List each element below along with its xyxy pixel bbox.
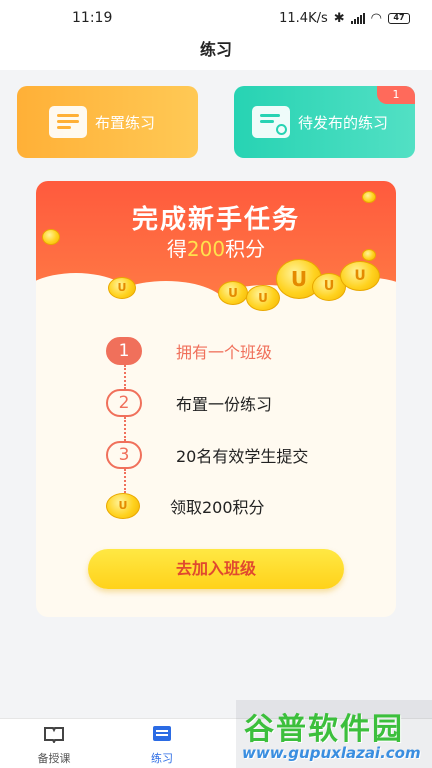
coin-icon: U xyxy=(340,261,380,291)
task-title: 完成新手任务 xyxy=(131,205,300,235)
coin-icon xyxy=(362,249,376,261)
step-connector xyxy=(124,365,126,389)
book-open-icon xyxy=(44,727,64,745)
step-label: 领取200积分 xyxy=(170,498,265,517)
coin-icon: U xyxy=(218,281,248,305)
reward-suffix: 积分 xyxy=(225,237,266,261)
assign-practice-label: 布置练习 xyxy=(95,113,156,132)
step-number: 1 xyxy=(106,337,142,365)
watermark: 谷普软件园 www.gupuxlazai.com xyxy=(236,700,432,768)
newbie-task-panel: 完成新手任务 得200积分 U U U U U U 1 拥有一个班级 2 布置一… xyxy=(36,181,396,617)
join-class-button[interactable]: 去加入班级 xyxy=(88,549,344,589)
battery-icon: 47 xyxy=(388,12,410,24)
page-title: 练习 xyxy=(0,36,432,70)
network-speed: 11.4K/s xyxy=(279,10,328,26)
assign-practice-card[interactable]: 布置练习 xyxy=(17,86,198,158)
coin-icon xyxy=(362,191,376,203)
nav-item-lesson-prep[interactable]: 备授课 xyxy=(24,725,84,766)
pending-count-badge: 1 xyxy=(377,86,415,104)
coin-icon: U xyxy=(108,277,136,299)
task-step-1: 1 拥有一个班级 xyxy=(106,337,272,365)
task-step-final: U 领取200积分 xyxy=(106,493,265,519)
pending-practice-label: 待发布的练习 xyxy=(298,113,389,132)
step-connector xyxy=(124,417,126,441)
watermark-url: www.gupuxlazai.com xyxy=(242,744,421,762)
task-step-3: 3 20名有效学生提交 xyxy=(106,441,308,469)
watermark-title: 谷普软件园 xyxy=(244,712,404,747)
step-connector xyxy=(124,469,126,493)
coin-icon: U xyxy=(106,493,140,519)
bluetooth-icon: ✱ xyxy=(333,10,345,26)
task-reward: 得200积分 xyxy=(36,233,396,262)
step-number: 3 xyxy=(106,441,142,469)
coin-icon xyxy=(42,229,60,245)
coin-icon: U xyxy=(246,285,280,311)
step-number: 2 xyxy=(106,389,142,417)
step-label: 拥有一个班级 xyxy=(176,343,273,362)
clock-document-icon xyxy=(252,106,290,138)
step-label: 20名有效学生提交 xyxy=(176,447,309,466)
status-time: 11:19 xyxy=(72,10,113,26)
reward-prefix: 得 xyxy=(166,237,187,261)
reward-points: 200 xyxy=(186,237,226,261)
book-check-icon xyxy=(49,106,87,138)
status-icons: 11.4K/s ✱ ◠ 47 xyxy=(279,11,410,26)
wifi-icon: ◠ xyxy=(370,10,382,26)
task-step-2: 2 布置一份练习 xyxy=(106,389,272,417)
step-label: 布置一份练习 xyxy=(176,395,273,414)
status-bar: 11:19 11.4K/s ✱ ◠ 47 xyxy=(0,0,432,36)
nav-item-label: 练习 xyxy=(151,752,173,765)
pending-practice-card[interactable]: 待发布的练习 1 xyxy=(234,86,415,158)
practice-icon xyxy=(153,726,171,741)
nav-item-label: 备授课 xyxy=(37,752,71,765)
nav-item-practice[interactable]: 练习 xyxy=(132,725,192,766)
signal-icon xyxy=(350,12,365,24)
